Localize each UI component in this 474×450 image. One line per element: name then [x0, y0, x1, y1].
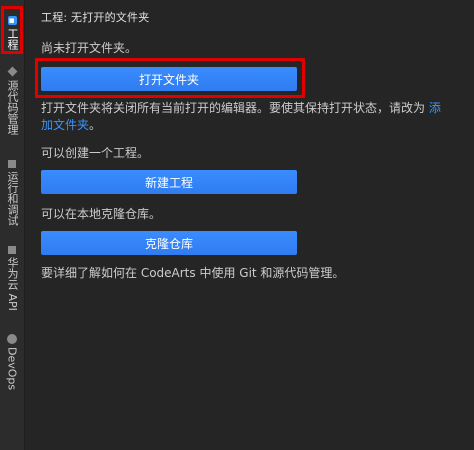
open-folder-desc-text: 打开文件夹将关闭所有当前打开的编辑器。要使其保持打开状态，请改为 — [41, 101, 426, 115]
create-project-button[interactable]: 新建工程 — [41, 170, 297, 194]
create-project-text: 可以创建一个工程。 — [41, 146, 150, 160]
api-icon — [8, 246, 16, 254]
run-debug-icon — [8, 160, 16, 168]
clone-repository-button[interactable]: 克隆仓库 — [41, 231, 297, 255]
source-control-icon — [7, 66, 17, 77]
tab-source-control-label: 源代码管理 — [6, 80, 19, 135]
tab-devops[interactable]: DevOps — [0, 334, 24, 396]
tab-run-debug-label: 运行和调试 — [6, 171, 19, 226]
tab-huawei-cloud-api-label: 华为云 API — [6, 257, 19, 311]
tab-source-control[interactable]: 源代码管理 — [0, 66, 24, 148]
tab-devops-label: DevOps — [5, 347, 19, 391]
clone-text: 可以在本地克隆仓库。 — [41, 207, 162, 221]
tab-huawei-cloud-api[interactable]: 华为云 API — [0, 246, 24, 326]
learn-more-text: 要详细了解如何在 CodeArts 中使用 Git 和源代码管理。 — [41, 266, 345, 280]
explorer-icon: ▪ — [6, 16, 17, 26]
tab-explorer[interactable]: ▪ 工程 — [1, 6, 23, 54]
devops-icon — [7, 334, 17, 344]
activity-bar: ▪ 工程 源代码管理 运行和调试 华为云 API DevOps — [0, 0, 25, 450]
open-folder-description: 打开文件夹将关闭所有当前打开的编辑器。要使其保持打开状态，请改为 添加文件夹。 — [41, 101, 441, 132]
tab-explorer-label: 工程 — [6, 28, 19, 50]
open-folder-button[interactable]: 打开文件夹 — [41, 67, 297, 91]
panel-title: 工程: 无打开的文件夹 — [41, 11, 150, 24]
tab-run-debug[interactable]: 运行和调试 — [0, 160, 24, 230]
explorer-panel: 工程: 无打开的文件夹 尚未打开文件夹。 打开文件夹 打开文件夹将关闭所有当前打… — [25, 0, 474, 450]
no-folder-text: 尚未打开文件夹。 — [41, 41, 138, 55]
